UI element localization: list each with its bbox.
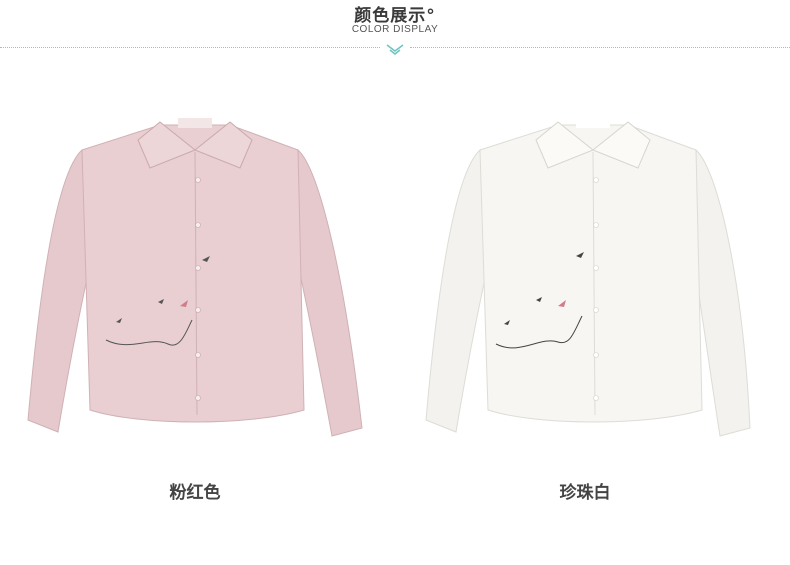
divider-left (0, 47, 380, 48)
section-header: 颜色展示° COLOR DISPLAY (0, 0, 790, 60)
shirt-image-pink (27, 118, 363, 437)
chevron-down-icon (386, 44, 404, 55)
section-title: 颜色展示° (354, 6, 436, 26)
product-white[interactable]: 珍珠白 (418, 110, 768, 503)
product-pink[interactable]: 粉红色 (20, 110, 370, 503)
color-label-white: 珍珠白 (559, 483, 611, 503)
color-label-pink: 粉红色 (169, 483, 221, 503)
shirt-image-white (425, 118, 751, 437)
section-subtitle: COLOR DISPLAY (351, 24, 439, 35)
divider-right (410, 47, 790, 48)
